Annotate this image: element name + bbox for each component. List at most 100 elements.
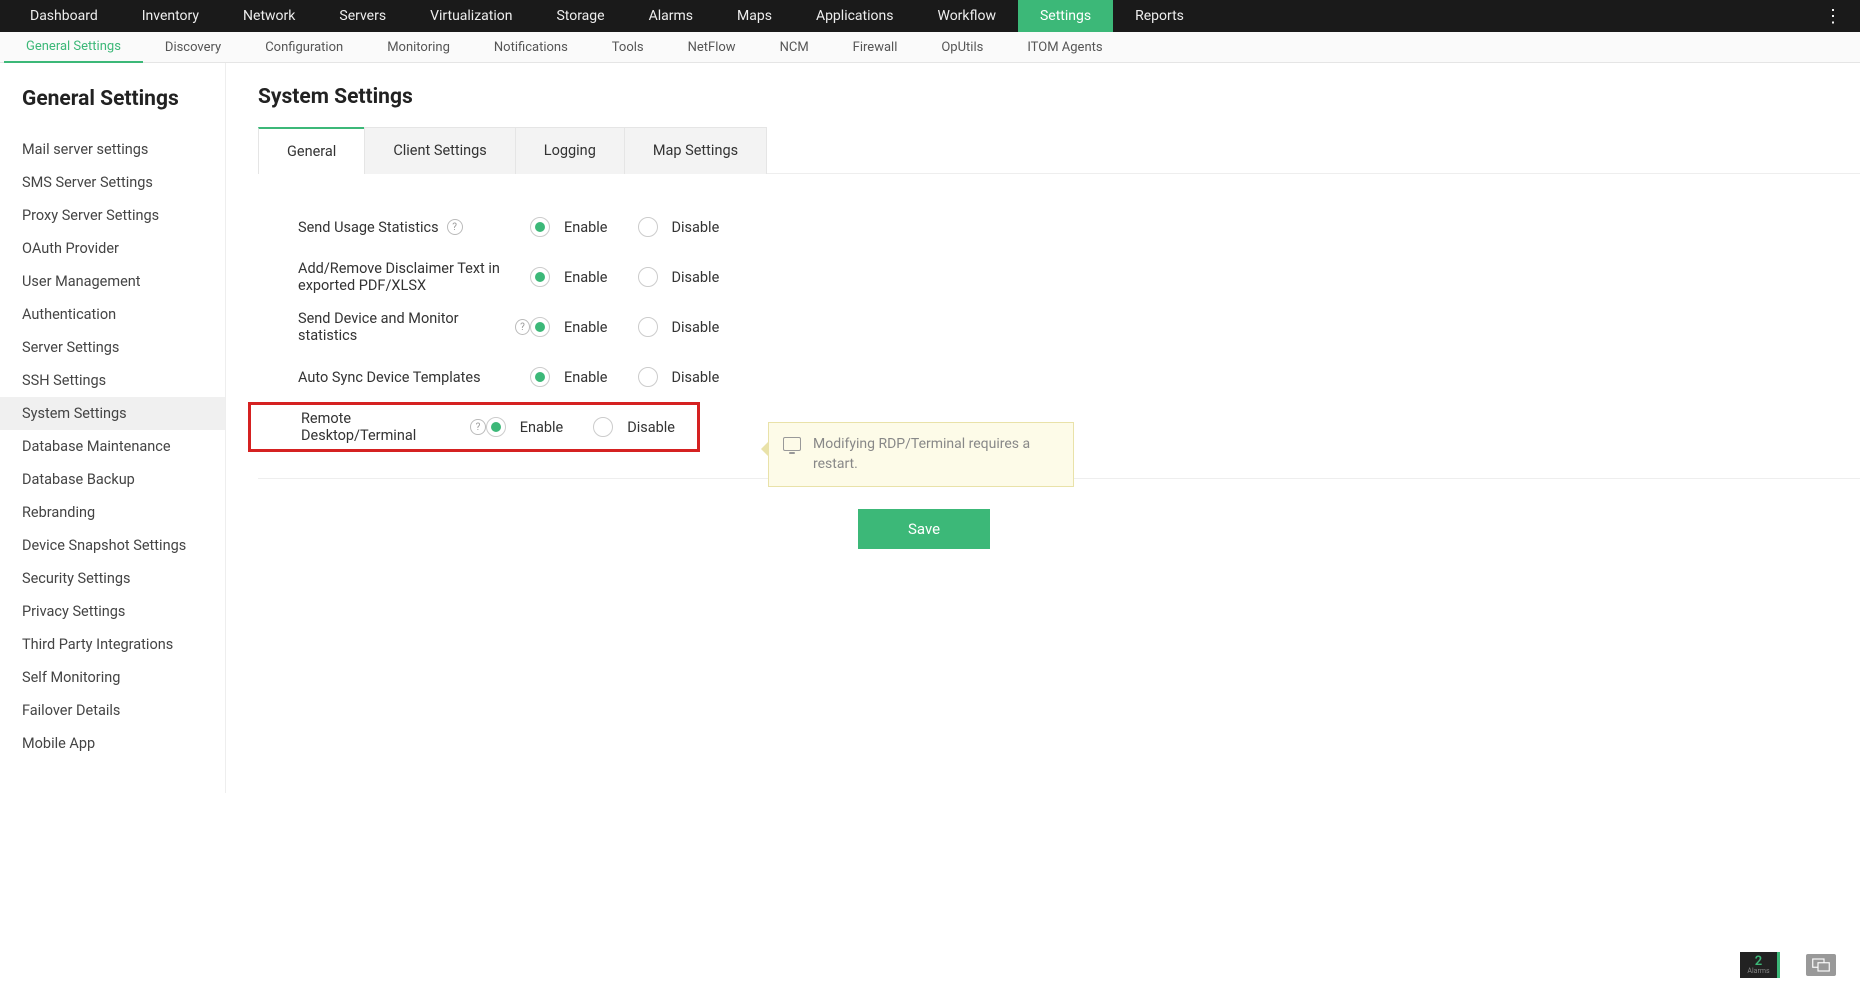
subnav-item-discovery[interactable]: Discovery [143, 32, 243, 63]
subnav-item-general-settings[interactable]: General Settings [4, 32, 143, 63]
sidebar-title: General Settings [0, 81, 225, 133]
sidebar-item-failover-details[interactable]: Failover Details [0, 694, 225, 727]
radio-enable[interactable] [530, 267, 550, 287]
tab-map-settings[interactable]: Map Settings [624, 127, 767, 174]
sidebar-item-oauth-provider[interactable]: OAuth Provider [0, 232, 225, 265]
radio-enable-label[interactable]: Enable [564, 319, 608, 336]
radio-disable[interactable] [638, 317, 658, 337]
settings-form: Send Usage Statistics? Enable Disable Add/R… [258, 202, 1860, 452]
topnav-item-alarms[interactable]: Alarms [627, 0, 715, 32]
info-text: Modifying RDP/Terminal requires a restar… [813, 436, 1030, 472]
setting-row-0: Send Usage Statistics? Enable Disable [258, 202, 1860, 252]
sidebar-item-user-management[interactable]: User Management [0, 265, 225, 298]
subnav-item-itom-agents[interactable]: ITOM Agents [1005, 32, 1124, 63]
main-content: System Settings GeneralClient SettingsLo… [226, 63, 1860, 793]
topnav-item-dashboard[interactable]: Dashboard [8, 0, 120, 32]
sidebar-item-proxy-server-settings[interactable]: Proxy Server Settings [0, 199, 225, 232]
tab-general[interactable]: General [258, 127, 365, 174]
radio-enable[interactable] [530, 217, 550, 237]
radio-disable-label[interactable]: Disable [672, 369, 720, 386]
radio-enable-label[interactable]: Enable [564, 269, 608, 286]
sidebar-item-privacy-settings[interactable]: Privacy Settings [0, 595, 225, 628]
radio-group: Enable Disable [530, 317, 741, 337]
sidebar-item-mobile-app[interactable]: Mobile App [0, 727, 225, 760]
tab-logging[interactable]: Logging [515, 127, 625, 174]
topnav-item-reports[interactable]: Reports [1113, 0, 1206, 32]
subnav-item-oputils[interactable]: OpUtils [919, 32, 1005, 63]
radio-enable[interactable] [530, 317, 550, 337]
sidebar-item-third-party-integrations[interactable]: Third Party Integrations [0, 628, 225, 661]
setting-label-text: Send Device and Monitor statistics [298, 310, 507, 344]
topnav-item-inventory[interactable]: Inventory [120, 0, 221, 32]
setting-row-1: Add/Remove Disclaimer Text in exported P… [258, 252, 1860, 302]
help-icon[interactable]: ? [447, 219, 463, 235]
screens-icon[interactable] [1806, 954, 1836, 976]
sidebar-item-self-monitoring[interactable]: Self Monitoring [0, 661, 225, 694]
setting-label-text: Auto Sync Device Templates [298, 369, 481, 386]
topnav-item-settings[interactable]: Settings [1018, 0, 1113, 32]
radio-enable-label[interactable]: Enable [520, 419, 564, 436]
subnav-item-ncm[interactable]: NCM [758, 32, 831, 63]
subnav-item-monitoring[interactable]: Monitoring [365, 32, 472, 63]
radio-disable-label[interactable]: Disable [672, 319, 720, 336]
setting-label: Send Device and Monitor statistics? [258, 310, 530, 344]
setting-label-text: Send Usage Statistics [298, 219, 439, 236]
radio-disable[interactable] [593, 417, 613, 437]
help-icon[interactable]: ? [470, 419, 485, 435]
topnav-item-network[interactable]: Network [221, 0, 317, 32]
setting-row-2: Send Device and Monitor statistics?Enabl… [258, 302, 1860, 352]
topnav-item-workflow[interactable]: Workflow [915, 0, 1018, 32]
subnav-item-firewall[interactable]: Firewall [831, 32, 920, 63]
radio-group: Enable Disable [530, 217, 741, 237]
alarm-widget[interactable]: 2 Alarms [1740, 952, 1780, 978]
setting-label-text: Remote Desktop/Terminal [301, 410, 462, 444]
topnav-item-maps[interactable]: Maps [715, 0, 794, 32]
sidebar-item-database-backup[interactable]: Database Backup [0, 463, 225, 496]
topnav-item-servers[interactable]: Servers [317, 0, 408, 32]
help-icon[interactable]: ? [515, 319, 530, 335]
radio-disable-label[interactable]: Disable [672, 269, 720, 286]
tab-client-settings[interactable]: Client Settings [364, 127, 515, 174]
radio-disable-label[interactable]: Disable [672, 219, 720, 236]
sidebar-item-security-settings[interactable]: Security Settings [0, 562, 225, 595]
radio-enable-label[interactable]: Enable [564, 219, 608, 236]
subnav-item-notifications[interactable]: Notifications [472, 32, 590, 63]
radio-group: Enable Disable [486, 417, 697, 437]
sidebar-item-rebranding[interactable]: Rebranding [0, 496, 225, 529]
radio-enable[interactable] [530, 367, 550, 387]
setting-label: Auto Sync Device Templates [258, 369, 530, 386]
sidebar-item-mail-server-settings[interactable]: Mail server settings [0, 133, 225, 166]
radio-disable[interactable] [638, 267, 658, 287]
top-navigation: DashboardInventoryNetworkServersVirtuali… [0, 0, 1860, 32]
topnav-item-virtualization[interactable]: Virtualization [408, 0, 534, 32]
setting-row-4: Remote Desktop/Terminal? Enable Disable [248, 402, 700, 452]
sidebar-item-device-snapshot-settings[interactable]: Device Snapshot Settings [0, 529, 225, 562]
subnav-item-tools[interactable]: Tools [590, 32, 666, 63]
sidebar-item-sms-server-settings[interactable]: SMS Server Settings [0, 166, 225, 199]
sidebar-item-ssh-settings[interactable]: SSH Settings [0, 364, 225, 397]
more-menu-icon[interactable]: ⋮ [1824, 0, 1842, 32]
footer-widgets: 2 Alarms [1740, 952, 1836, 978]
topnav-item-applications[interactable]: Applications [794, 0, 916, 32]
subnav-item-configuration[interactable]: Configuration [243, 32, 365, 63]
radio-disable-label[interactable]: Disable [627, 419, 675, 436]
sidebar-item-database-maintenance[interactable]: Database Maintenance [0, 430, 225, 463]
info-callout: Modifying RDP/Terminal requires a restar… [768, 422, 1074, 487]
setting-row-3: Auto Sync Device Templates Enable Disable [258, 352, 1860, 402]
page-title: System Settings [258, 85, 1860, 109]
radio-enable-label[interactable]: Enable [564, 369, 608, 386]
sidebar-item-server-settings[interactable]: Server Settings [0, 331, 225, 364]
save-button[interactable]: Save [858, 509, 990, 549]
topnav-item-storage[interactable]: Storage [534, 0, 626, 32]
monitor-icon [783, 437, 801, 451]
setting-label: Send Usage Statistics? [258, 219, 530, 236]
sidebar-item-authentication[interactable]: Authentication [0, 298, 225, 331]
subnav-item-netflow[interactable]: NetFlow [666, 32, 758, 63]
sidebar-item-system-settings[interactable]: System Settings [0, 397, 225, 430]
radio-enable[interactable] [486, 417, 506, 437]
radio-disable[interactable] [638, 367, 658, 387]
radio-disable[interactable] [638, 217, 658, 237]
setting-label-text: Add/Remove Disclaimer Text in exported P… [298, 260, 530, 294]
radio-group: Enable Disable [530, 267, 741, 287]
sub-navigation: General SettingsDiscoveryConfigurationMo… [0, 32, 1860, 63]
